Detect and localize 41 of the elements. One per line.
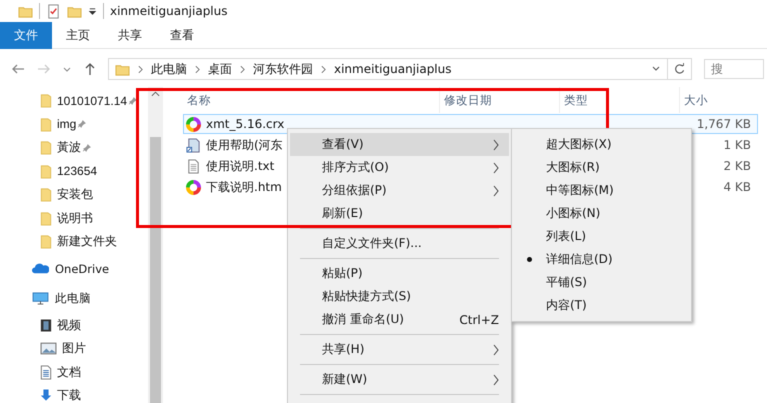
nav-label: 123654 [57, 164, 98, 178]
menu-label: 刷新(E) [322, 205, 364, 222]
file-size: 4 KB [723, 180, 752, 194]
menu-label: 内容(T) [546, 297, 587, 314]
nav-label: 文档 [57, 364, 81, 381]
file-size: 1,767 KB [696, 117, 752, 131]
nav-label: 安装包 [57, 186, 93, 204]
nav-label: 黃波 [57, 139, 81, 156]
nav-label: 下载 [57, 387, 81, 403]
menu-label: 平铺(S) [546, 274, 587, 291]
menu-label: 共享(H) [322, 341, 366, 358]
menu-label: 粘贴(P) [322, 265, 364, 282]
file-size: 2 KB [723, 159, 752, 173]
menu-label: 排序方式(O) [322, 159, 390, 176]
menu-label: 列表(L) [546, 228, 586, 245]
file-name: 使用说明.txt [206, 158, 274, 174]
file-name: 使用帮助(河东 [206, 136, 283, 154]
nav-label: OneDrive [55, 262, 110, 276]
menu-label: 粘贴快捷方式(S) [322, 288, 412, 305]
menu-label: 新建(W) [322, 371, 368, 388]
file-name: 下载说明.htm [206, 178, 282, 196]
menu-label: 中等图标(M) [546, 182, 614, 199]
nav-label: 视频 [57, 316, 81, 334]
file-size: 1 KB [723, 138, 752, 152]
menu-label: 小图标(N) [546, 205, 600, 222]
window-title: xinmeitiguanjiaplus [110, 4, 228, 18]
menu-label: 超大图标(X) [546, 136, 612, 153]
menu-label: 查看(V) [322, 136, 365, 153]
menu-label: 撤消 重命名(U) [322, 311, 405, 328]
nav-label: 10101071.14 [57, 94, 128, 108]
nav-label: 图片 [62, 340, 86, 358]
nav-label: 此电脑 [55, 291, 91, 306]
menu-label: 详细信息(D) [546, 251, 613, 268]
menu-label: 分组依据(P) [322, 182, 388, 199]
menu-label: 自定义文件夹(F)... [322, 235, 423, 252]
nav-label: 新建文件夹 [57, 233, 117, 250]
nav-label: img [57, 117, 76, 132]
nav-label: 说明书 [57, 210, 93, 227]
shortcut-text: Ctrl+Z [459, 312, 499, 326]
menu-label: 大图标(R) [546, 159, 600, 176]
file-name: xmt_5.16.crx [206, 117, 284, 131]
